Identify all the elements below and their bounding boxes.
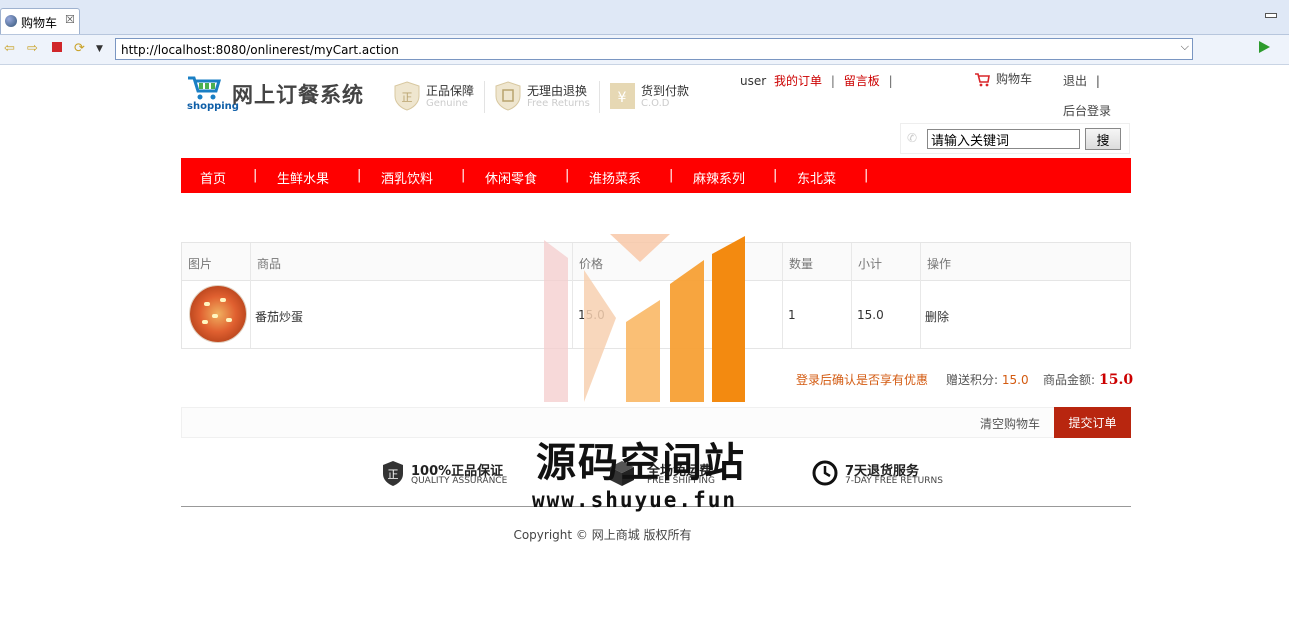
header-qty: 数量: [789, 257, 814, 271]
nav-item-snacks[interactable]: 休闲零食: [485, 168, 537, 187]
nav-separator: |: [565, 168, 570, 183]
header-product: 商品: [257, 257, 282, 271]
product-subtotal: 15.0: [857, 308, 884, 322]
url-input[interactable]: [119, 41, 1173, 59]
shield-genuine-icon: 正: [394, 81, 420, 111]
amount-value: 15.0: [1099, 372, 1134, 388]
nav-separator: |: [669, 168, 674, 183]
promo-text[interactable]: 登录后确认是否享有优惠: [796, 371, 928, 388]
badge-subtitle: Free Returns: [527, 98, 590, 109]
nav-item-drinks[interactable]: 酒乳饮料: [381, 168, 433, 187]
points-value: 15.0: [1001, 373, 1029, 387]
chevron-down-icon[interactable]: ⌵: [1181, 40, 1189, 54]
my-orders-link[interactable]: 我的订单: [774, 74, 822, 88]
column-divider: [782, 243, 783, 348]
logout-area: 退出 |: [1063, 72, 1100, 89]
divider: [484, 81, 485, 113]
nav-item-huaiyang[interactable]: 淮扬菜系: [589, 168, 641, 187]
logout-link[interactable]: 退出: [1063, 74, 1087, 88]
badge-title: 无理由退换: [527, 84, 588, 98]
minimize-icon[interactable]: [1265, 13, 1277, 18]
copyright-row: Copyright © 网上商城 版权所有: [0, 526, 1289, 543]
tab-close-icon[interactable]: ☒: [65, 13, 75, 26]
cart-label: 购物车: [996, 72, 1033, 86]
forward-arrow-icon[interactable]: ⇨: [27, 41, 38, 56]
badge-title: 货到付款: [641, 84, 690, 98]
points-label: 赠送积分:: [946, 373, 999, 387]
cod-icon: ¥: [610, 83, 635, 109]
nav-separator: |: [461, 168, 466, 183]
header-image: 图片: [188, 257, 213, 271]
badge-subtitle: Genuine: [426, 98, 468, 109]
nav-item-fruit[interactable]: 生鲜水果: [277, 168, 329, 187]
site-title: 网上订餐系统: [232, 83, 364, 107]
guarantee-subtitle: 7-DAY FREE RETURNS: [845, 476, 943, 486]
browser-tab[interactable]: 购物车 ☒: [0, 8, 80, 34]
go-icon[interactable]: [1259, 41, 1270, 53]
submit-order-button[interactable]: 提交订单: [1054, 407, 1131, 438]
column-divider: [851, 243, 852, 348]
clear-cart-button[interactable]: 清空购物车: [980, 415, 1040, 432]
copyright: Copyright © 网上商城 版权所有: [513, 528, 692, 542]
search-input[interactable]: [927, 129, 1080, 149]
nav-separator: |: [253, 168, 258, 183]
browser-toolbar: ⇦ ⇨ ⟳ ▼ ⌵: [0, 35, 1289, 65]
username: user: [740, 74, 767, 88]
search-box: ✆ 搜: [900, 123, 1130, 154]
cart-logo-icon: [188, 76, 222, 100]
page-content: shopping 网上订餐系统 正 正品保障 Genuine 无理由退换 Fre…: [0, 65, 1289, 622]
refresh-icon[interactable]: ⟳: [74, 41, 85, 56]
badge-title: 正品保障: [426, 84, 475, 98]
top-links: user 我的订单 | 留言板 |: [740, 72, 898, 89]
clock-icon: [812, 460, 838, 486]
product-name[interactable]: 番茄炒蛋: [255, 308, 303, 325]
guarantee-subtitle: QUALITY ASSURANCE: [411, 476, 508, 486]
separator: |: [830, 74, 835, 88]
nav-separator: |: [864, 168, 869, 183]
guestbook-link[interactable]: 留言板: [844, 74, 880, 88]
delete-link[interactable]: 删除: [925, 308, 949, 325]
admin-login-link[interactable]: 后台登录: [1063, 102, 1111, 119]
globe-icon: [5, 15, 17, 27]
amount-info: 商品金额: 15.0: [1043, 371, 1133, 388]
header-action: 操作: [927, 257, 952, 271]
browser-tab-bar: 购物车 ☒: [0, 0, 1289, 35]
badge-subtitle: C.O.D: [641, 98, 670, 109]
back-arrow-icon[interactable]: ⇦: [4, 41, 15, 56]
column-divider: [920, 243, 921, 348]
divider: [599, 81, 600, 113]
url-bar[interactable]: ⌵: [115, 38, 1193, 60]
svg-text:¥: ¥: [618, 90, 627, 106]
amount-label: 商品金额:: [1043, 373, 1096, 387]
dropdown-icon[interactable]: ▼: [96, 44, 103, 54]
phone-icon: ✆: [907, 131, 918, 145]
separator: |: [888, 74, 893, 88]
shield-return-icon: [495, 81, 521, 111]
nav-item-spicy[interactable]: 麻辣系列: [693, 168, 745, 187]
watermark-title: 源码空间站: [536, 439, 746, 486]
nav-separator: |: [773, 168, 778, 183]
watermark-logo-icon: [544, 234, 745, 402]
main-nav: 首页 | 生鲜水果 | 酒乳饮料 | 休闲零食 | 淮扬菜系 | 麻辣系列 | …: [181, 158, 1131, 193]
stop-icon[interactable]: [52, 42, 62, 52]
tab-title: 购物车: [21, 16, 58, 30]
dish-image[interactable]: [189, 285, 247, 343]
nav-separator: |: [357, 168, 362, 183]
quality-shield-icon: 正: [383, 461, 403, 486]
nav-item-dongbei[interactable]: 东北菜: [797, 168, 836, 187]
watermark-url: www.shuyue.fun: [532, 488, 738, 512]
cart-link[interactable]: 购物车: [974, 70, 1032, 87]
svg-text:正: 正: [402, 91, 413, 104]
product-qty: 1: [788, 308, 796, 322]
cart-icon: [975, 72, 990, 86]
column-divider: [250, 243, 251, 348]
search-button[interactable]: 搜: [1085, 128, 1121, 150]
nav-item-home[interactable]: 首页: [200, 168, 226, 187]
points-info: 赠送积分: 15.0: [946, 371, 1029, 388]
header-subtotal: 小计: [858, 257, 883, 271]
separator: |: [1095, 74, 1100, 88]
svg-text:正: 正: [388, 468, 399, 481]
